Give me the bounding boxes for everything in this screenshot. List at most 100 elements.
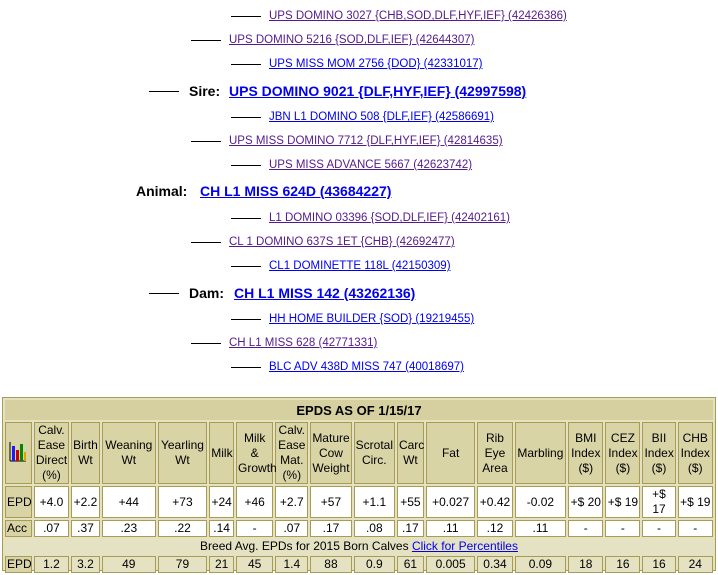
acc-value-cell: .07 bbox=[275, 520, 309, 537]
epd-header-text: Wt bbox=[175, 453, 190, 467]
epd-header-text: Weight bbox=[312, 460, 350, 475]
sire-link[interactable]: UPS DOMINO 9021 {DLF,HYF,IEF} (42997598) bbox=[229, 83, 526, 99]
breed-avg-note: Breed Avg. EPDs for 2015 Born Calves Cli… bbox=[5, 539, 713, 554]
epd-header-text: Wt bbox=[121, 453, 137, 467]
breed-avg-value-cell: 0.09 bbox=[514, 556, 567, 573]
epd-header-text: & bbox=[250, 445, 259, 460]
epd-row-label: EPD bbox=[5, 486, 32, 518]
epd-header-cell: Milk & Growth bbox=[236, 422, 277, 484]
epd-header-text: Mature bbox=[312, 430, 350, 445]
acc-row-label: Acc bbox=[5, 520, 32, 537]
breed-avg-value-cell: 49 bbox=[101, 556, 156, 573]
acc-value-cell: - bbox=[236, 520, 274, 537]
tree-connector bbox=[231, 165, 261, 166]
acc-value-cell: .17 bbox=[310, 520, 352, 537]
acc-value-cell: - bbox=[642, 520, 676, 537]
dam-sire-link[interactable]: CL 1 DOMINO 637S 1ET {CHB} (42692477) bbox=[229, 236, 455, 248]
epd-header-cell: CHB Index ($) bbox=[677, 422, 713, 484]
breed-avg-value-cell: 21 bbox=[209, 556, 235, 573]
breed-avg-text: Breed Avg. EPDs for 2015 Born Calves bbox=[200, 539, 412, 553]
epd-header-text: BII bbox=[651, 430, 667, 445]
animal-link[interactable]: CH L1 MISS 624D (43684227) bbox=[200, 183, 391, 199]
dam-dam-link[interactable]: CH L1 MISS 628 (42771331) bbox=[229, 337, 377, 349]
epd-header-text: Eye bbox=[484, 445, 506, 460]
epd-header-text: BMI bbox=[575, 430, 597, 445]
breed-avg-value-cell: 16 bbox=[642, 556, 676, 573]
sire-sire-dam-link[interactable]: UPS MISS MOM 2756 {DOD} (42331017) bbox=[269, 58, 483, 70]
epd-value-cell: +46 bbox=[236, 486, 274, 518]
epd-table: EPDS AS OF 1/15/17 Calv. Ease Direct (%) Bir… bbox=[3, 398, 715, 575]
breed-avg-value-cell: 88 bbox=[310, 556, 352, 573]
acc-value-cell: .37 bbox=[70, 520, 100, 537]
breed-avg-value-cell: 16 bbox=[605, 556, 641, 573]
acc-value-cell: .17 bbox=[396, 520, 424, 537]
acc-value-cell: .11 bbox=[514, 520, 567, 537]
epd-header-text: ($) bbox=[578, 460, 594, 475]
tree-connector bbox=[149, 293, 179, 294]
breed-avg-value-cell: 0.9 bbox=[353, 556, 395, 573]
epd-value-cell: +2.7 bbox=[275, 486, 309, 518]
epd-value-cell: +$ 20 bbox=[568, 486, 604, 518]
epd-header-cell: Fat bbox=[425, 422, 476, 484]
acc-value-cell: .12 bbox=[477, 520, 513, 537]
sire-sire-sire-link[interactable]: UPS DOMINO 3027 {CHB,SOD,DLF,HYF,IEF} (4… bbox=[269, 10, 567, 22]
epd-header-cell: Yearling Wt bbox=[157, 422, 208, 484]
epd-title: EPDS AS OF 1/15/17 bbox=[5, 400, 713, 420]
epd-value-cell: +44 bbox=[101, 486, 156, 518]
percentiles-link[interactable]: Click for Percentiles bbox=[412, 539, 518, 553]
dam-sire-dam-link[interactable]: CL1 DOMINETTE 118L (42150309) bbox=[269, 260, 451, 272]
epd-header-text: Direct bbox=[35, 453, 68, 467]
epd-header-text: Index bbox=[608, 445, 638, 460]
tree-connector bbox=[231, 16, 261, 17]
breed-avg-value-cell: 3.2 bbox=[70, 556, 100, 573]
acc-value-cell: .07 bbox=[33, 520, 69, 537]
epd-header-text: Birth bbox=[73, 438, 98, 452]
tree-connector bbox=[191, 141, 221, 142]
epd-header-text: Wt bbox=[403, 453, 418, 467]
chart-cell[interactable] bbox=[5, 422, 32, 484]
sire-dam-link[interactable]: UPS MISS DOMINO 7712 {DLF,HYF,IEF} (4281… bbox=[229, 135, 503, 147]
epd-header-cell: Milk bbox=[209, 422, 235, 484]
breed-avg-value-cell: 79 bbox=[157, 556, 208, 573]
epd-value-cell: +57 bbox=[310, 486, 352, 518]
epd-header-cell: Calv. Ease Direct (%) bbox=[33, 422, 69, 484]
acc-value-cell: - bbox=[677, 520, 713, 537]
sire-dam-dam-link[interactable]: UPS MISS ADVANCE 5667 (42623742) bbox=[269, 159, 472, 171]
sire-label: Sire: bbox=[189, 83, 221, 99]
acc-value-cell: .08 bbox=[353, 520, 395, 537]
dam-dam-dam-link[interactable]: BLC ADV 438D MISS 747 (40018697) bbox=[269, 361, 464, 373]
epd-value-cell: +73 bbox=[157, 486, 208, 518]
epd-header-cell: Carc Wt bbox=[396, 422, 424, 484]
dam-link[interactable]: CH L1 MISS 142 (43262136) bbox=[234, 285, 415, 301]
breed-avg-value-cell: 45 bbox=[236, 556, 274, 573]
bar-chart-icon[interactable] bbox=[9, 440, 27, 462]
acc-value-cell: .22 bbox=[157, 520, 208, 537]
avg-row-label: EPD bbox=[5, 556, 32, 573]
epd-header-cell: Birth Wt bbox=[70, 422, 100, 484]
breed-avg-value-cell: 0.34 bbox=[477, 556, 513, 573]
epd-header-text: Index bbox=[644, 445, 674, 460]
tree-connector bbox=[149, 91, 179, 92]
epd-header-cell: BII Index ($) bbox=[642, 422, 676, 484]
acc-value-cell: - bbox=[568, 520, 604, 537]
epd-header-text: Yearling bbox=[160, 438, 204, 452]
sire-sire-link[interactable]: UPS DOMINO 5216 {SOD,DLF,IEF} (42644307) bbox=[229, 34, 474, 46]
epd-header-text: ($) bbox=[687, 460, 703, 475]
dam-dam-sire-link[interactable]: HH HOME BUILDER {SOD} (19219455) bbox=[269, 313, 474, 325]
dam-sire-sire-link[interactable]: L1 DOMINO 03396 {SOD,DLF,IEF} (42402161) bbox=[269, 212, 510, 224]
epd-header-cell: CEZ Index ($) bbox=[605, 422, 641, 484]
epd-value-cell: +1.1 bbox=[353, 486, 395, 518]
animal-label: Animal: bbox=[136, 183, 188, 199]
epd-value-cell: +0.027 bbox=[425, 486, 476, 518]
tree-connector bbox=[231, 319, 261, 320]
sire-dam-sire-link[interactable]: JBN L1 DOMINO 508 {DLF,IEF} (42586691) bbox=[269, 111, 494, 123]
tree-connector bbox=[191, 40, 221, 41]
epd-header-text: Milk bbox=[243, 430, 266, 445]
breed-avg-row: EPD 1.2 3.2 49 79 21 45 1.4 88 0.9 61 0.005 0.34 0.0… bbox=[5, 556, 713, 573]
acc-value-cell: .23 bbox=[101, 520, 156, 537]
breed-avg-value-cell: 61 bbox=[396, 556, 424, 573]
acc-row: Acc .07.37.23.22.14- .07.17.08.17.11.12.1… bbox=[5, 520, 713, 537]
acc-value-cell: .11 bbox=[425, 520, 476, 537]
epd-header-cell: Rib Eye Area bbox=[477, 422, 513, 484]
epd-value-cell: +$ 19 bbox=[605, 486, 641, 518]
